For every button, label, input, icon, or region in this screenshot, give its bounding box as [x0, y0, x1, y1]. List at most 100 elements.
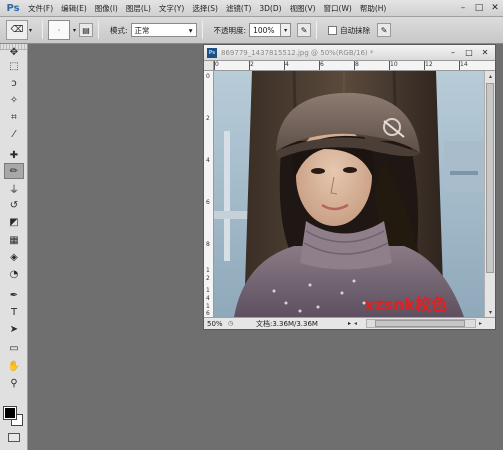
ruler-label: 0: [215, 61, 219, 68]
minimize-button[interactable]: –: [455, 0, 471, 15]
document-size-info: 文档:3.36M/3.36M: [256, 319, 318, 328]
menu-type[interactable]: 文字(Y): [155, 3, 188, 14]
document-close-button[interactable]: ✕: [477, 46, 493, 58]
scrollbar-thumb[interactable]: [486, 83, 494, 273]
ruler-label: 4: [206, 157, 210, 164]
type-tool[interactable]: T: [4, 304, 24, 320]
menu-view[interactable]: 视图(V): [286, 3, 320, 14]
scrollbar-thumb[interactable]: [375, 320, 466, 327]
eyedropper-tool[interactable]: ⁄: [4, 126, 24, 142]
tablet-pressure-icon: ✎: [300, 25, 308, 35]
menu-layer[interactable]: 图层(L): [122, 3, 155, 14]
ruler-label: 4: [206, 295, 210, 302]
ruler-tick: [424, 61, 425, 70]
separator: [201, 21, 203, 39]
zoom-level[interactable]: 50%: [204, 320, 228, 328]
scroll-up-icon[interactable]: ▴: [485, 71, 496, 81]
tool-preset-picker[interactable]: ⌫: [6, 20, 28, 40]
menu-help[interactable]: 帮助(H): [356, 3, 391, 14]
gradient-tool[interactable]: ▦: [4, 232, 24, 248]
clone-stamp-icon: ⏚: [9, 184, 19, 196]
menu-filter[interactable]: 滤镜(T): [222, 3, 255, 14]
status-bar: 50% ◷ 文档:3.36M/3.36M ▸ ◂ ▸: [204, 317, 495, 329]
menu-edit[interactable]: 编辑(E): [57, 3, 91, 14]
pencil-icon: ✏: [9, 165, 19, 177]
window-controls: – □ ✕: [455, 0, 503, 17]
menu-bar: Ps 文件(F) 编辑(E) 图像(I) 图层(L) 文字(Y) 选择(S) 滤…: [0, 0, 503, 17]
brush-panel-toggle-button[interactable]: ▤: [79, 23, 94, 37]
quick-mask-button[interactable]: [8, 433, 20, 442]
scroll-left-icon[interactable]: ◂: [351, 320, 360, 327]
opacity-dropdown-button[interactable]: ▾: [281, 23, 292, 37]
lasso-icon: ↄ: [11, 77, 17, 89]
clone-stamp-tool[interactable]: ⏚: [4, 180, 24, 196]
foreground-color-swatch[interactable]: [3, 406, 17, 420]
ruler-label: 6: [206, 310, 210, 317]
eraser-tool[interactable]: ◩: [4, 214, 24, 230]
menu-3d[interactable]: 3D(D): [255, 4, 285, 13]
status-share-icon[interactable]: ◷: [228, 320, 238, 327]
ruler-label: 6: [320, 61, 324, 68]
pressure-opacity-button[interactable]: ✎: [297, 23, 312, 37]
mode-select[interactable]: 正常 ▾: [130, 23, 197, 37]
brush-tip-icon: ·: [57, 25, 61, 35]
document-minimize-button[interactable]: –: [445, 46, 461, 58]
menu-select[interactable]: 选择(S): [188, 3, 222, 14]
ruler-label: 0: [206, 73, 210, 80]
eyedropper-icon: ⁄: [13, 128, 15, 140]
crop-tool[interactable]: ⌗: [4, 109, 24, 125]
healing-brush-tool[interactable]: ✚: [4, 147, 24, 163]
blur-tool[interactable]: ◈: [4, 249, 24, 265]
restore-button[interactable]: □: [471, 0, 487, 15]
ruler-label: 2: [250, 61, 254, 68]
menu-image[interactable]: 图像(I): [91, 3, 122, 14]
opacity-label: 不透明度:: [213, 25, 247, 35]
lasso-tool[interactable]: ↄ: [4, 75, 24, 91]
path-select-icon: ➤: [9, 323, 19, 335]
quick-select-tool[interactable]: ✧: [4, 92, 24, 108]
path-select-tool[interactable]: ➤: [4, 321, 24, 337]
menu-file[interactable]: 文件(F): [24, 3, 57, 14]
hand-tool[interactable]: ✋: [4, 358, 24, 374]
zoom-tool[interactable]: ⚲: [4, 375, 24, 391]
vertical-scrollbar[interactable]: ▴ ▾: [484, 71, 495, 317]
scroll-down-icon[interactable]: ▾: [485, 307, 496, 317]
ruler-label: 6: [206, 199, 210, 206]
marquee-tool[interactable]: ⬚: [4, 58, 24, 74]
document-maximize-button[interactable]: □: [461, 46, 477, 58]
photo-image: [214, 71, 484, 317]
ruler-origin[interactable]: [204, 61, 214, 71]
chevron-down-icon[interactable]: ▾: [29, 27, 37, 34]
document-window-controls: – □ ✕: [445, 46, 493, 58]
pressure-size-button[interactable]: ✎: [377, 23, 392, 37]
pencil-tool[interactable]: ✏: [4, 163, 24, 179]
blur-icon: ◈: [10, 251, 18, 263]
horizontal-ruler[interactable]: 0 2 4 6 8 10 12 14: [214, 61, 495, 71]
rectangle-tool[interactable]: ▭: [4, 340, 24, 356]
image-canvas[interactable]: xzsnk校色: [214, 71, 484, 317]
history-brush-tool[interactable]: ↺: [4, 197, 24, 213]
brush-preset-picker[interactable]: ·: [48, 20, 70, 40]
ruler-label: 10: [390, 61, 398, 68]
vertical-ruler[interactable]: 0 2 4 6 8 1 2 1 4 1 6: [204, 71, 214, 317]
ruler-label: 8: [355, 61, 359, 68]
document-title: 869779_1437815512.jpg @ 50%(RGB/16) *: [221, 48, 374, 57]
ruler-tick: [354, 61, 355, 70]
separator: [98, 21, 100, 39]
horizontal-scrollbar[interactable]: [366, 319, 477, 328]
chevron-down-icon[interactable]: ▾: [73, 27, 76, 34]
eraser-icon: ⌫: [10, 25, 24, 35]
pen-tool[interactable]: ✒: [4, 287, 24, 303]
close-button[interactable]: ✕: [487, 0, 503, 15]
menu-window[interactable]: 窗口(W): [320, 3, 356, 14]
crop-icon: ⌗: [11, 111, 17, 123]
ruler-label: 1: [206, 267, 210, 274]
dodge-tool[interactable]: ◔: [4, 266, 24, 282]
ruler-tick: [249, 61, 250, 70]
opacity-input[interactable]: 100%: [249, 23, 282, 37]
eraser-icon: ◩: [9, 216, 19, 228]
document-title-bar[interactable]: Ps 869779_1437815512.jpg @ 50%(RGB/16) *…: [204, 45, 495, 61]
chevron-down-icon: ▾: [188, 25, 193, 35]
auto-erase-checkbox[interactable]: [328, 25, 338, 35]
scroll-right-icon[interactable]: ▸: [476, 320, 485, 327]
